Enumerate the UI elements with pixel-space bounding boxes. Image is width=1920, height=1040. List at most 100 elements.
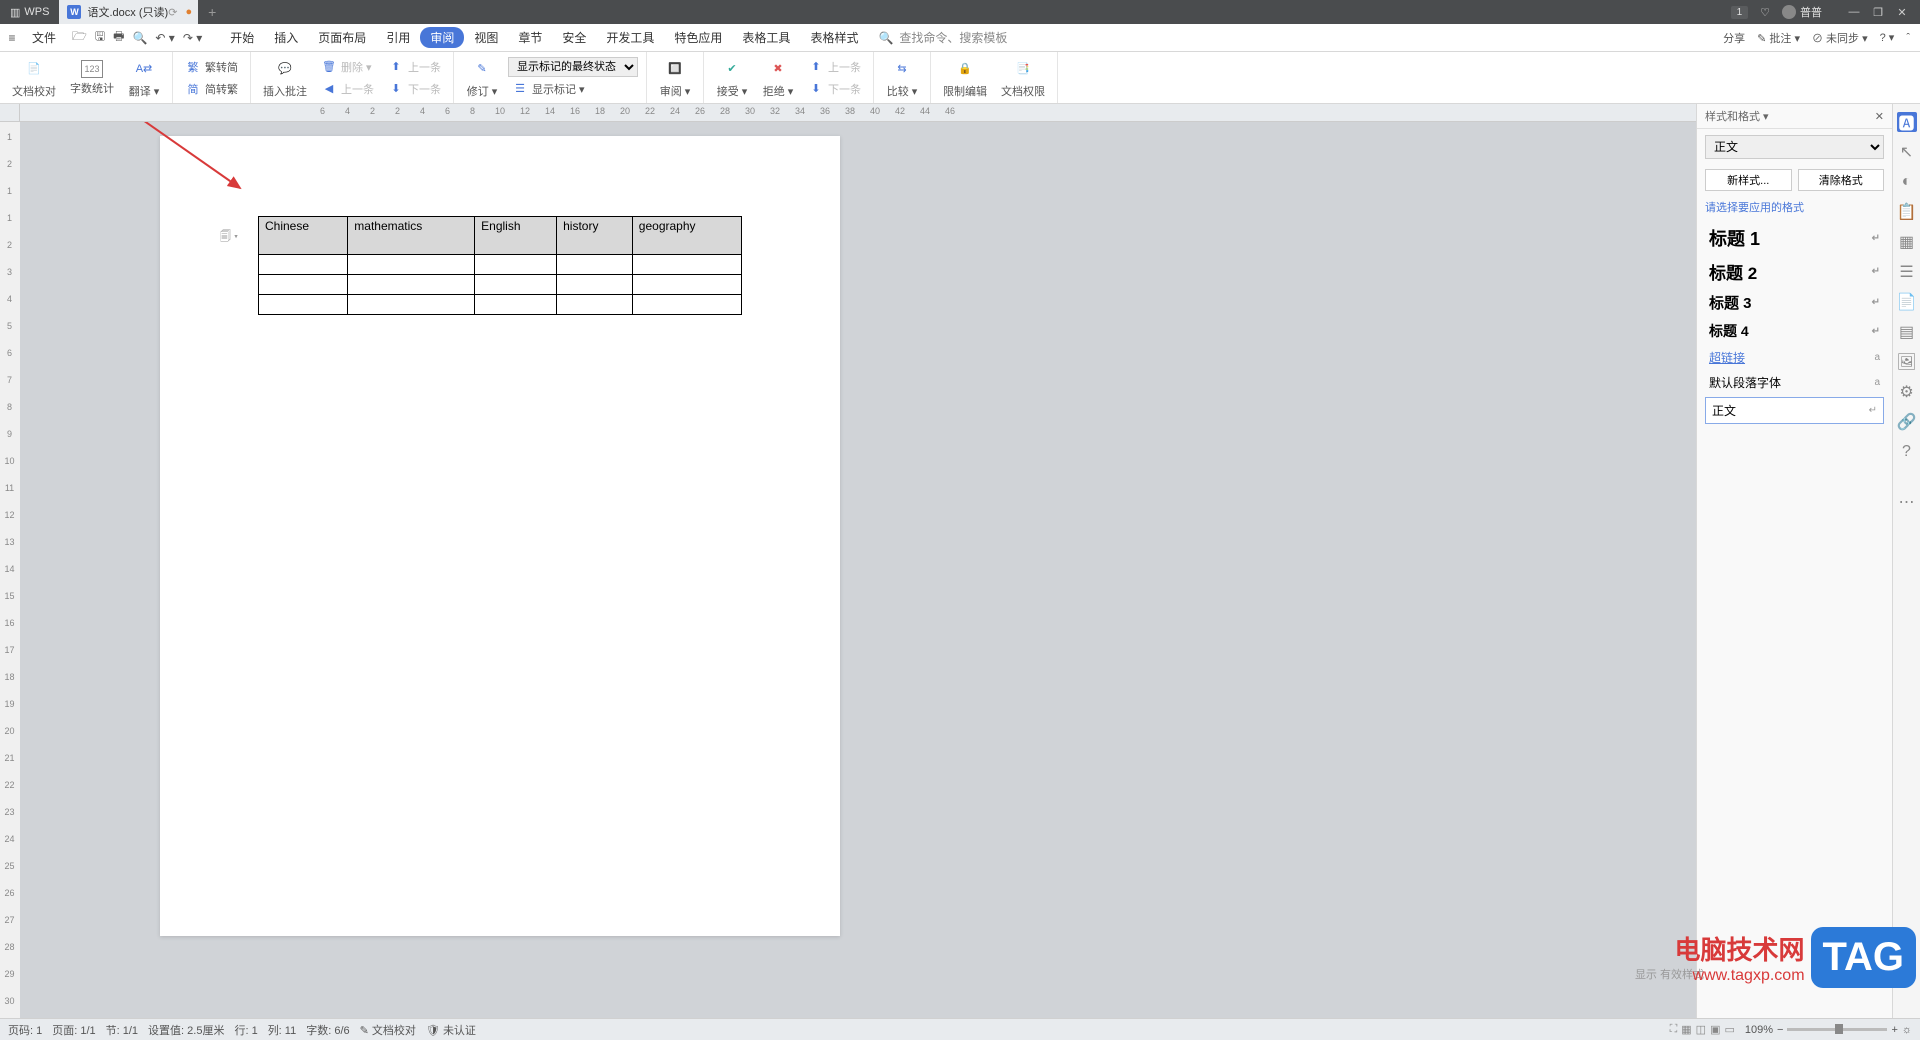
menu-tab-8[interactable]: 开发工具 [596,25,664,50]
styles-panel-close-icon[interactable]: ✕ [1875,110,1884,123]
side-grid-icon[interactable]: ▦ [1897,232,1917,252]
style-item[interactable]: 标题 1↵ [1705,223,1884,253]
document-table[interactable]: ChinesemathematicsEnglishhistorygeograph… [258,216,742,315]
style-item[interactable]: 标题 2↵ [1705,257,1884,286]
new-tab-button[interactable]: + [198,4,226,20]
review-pane-button[interactable]: 🔲审阅 ▾ [655,55,695,101]
revise-button[interactable]: ✎修订 ▾ [462,55,502,101]
qa-print-icon[interactable]: 🖶 [113,27,124,48]
outline-icon[interactable]: 🗐 ▾ [220,228,238,247]
file-menu[interactable]: 文件 [24,29,64,46]
page[interactable]: 🗐 ▾ ChinesemathematicsEnglishhistorygeog… [160,136,840,936]
sync-button[interactable]: ⊘ 未同步 ▾ [1812,30,1868,46]
style-item[interactable]: 超链接a [1705,347,1884,368]
new-style-button[interactable]: 新样式... [1705,169,1792,191]
status-page-no[interactable]: 页码: 1 [8,1022,42,1038]
markup-state-select[interactable]: 显示标记的最终状态 [508,57,638,77]
side-clipboard-icon[interactable]: 📋 [1897,202,1917,222]
qa-open-icon[interactable]: 🗁 [72,27,87,48]
zoom-in-icon[interactable]: + [1891,1024,1897,1036]
menu-tab-3[interactable]: 引用 [376,25,420,50]
document-tab[interactable]: W 语文.docx (只读) ⟳ ● [59,0,198,24]
zoom-out-icon[interactable]: − [1777,1024,1783,1036]
qa-redo-icon[interactable]: ↷ ▾ [183,31,202,45]
menu-tab-6[interactable]: 章节 [508,25,552,50]
side-more-icon[interactable]: ▤ [1897,322,1917,342]
doc-permission-button[interactable]: 📑文档权限 [997,55,1049,101]
zoom-value[interactable]: 109% [1745,1024,1773,1036]
menu-tab-1[interactable]: 插入 [264,25,308,50]
side-styles-icon[interactable]: 🅰 [1897,112,1917,132]
view-fit-icon[interactable]: ⛶ [1670,1023,1678,1036]
qa-preview-icon[interactable]: 🔍 [132,31,147,45]
window-close[interactable]: ✕ [1892,5,1912,19]
tab-refresh-icon[interactable]: ⟳ [168,6,177,19]
view-read-icon[interactable]: ▭ [1724,1023,1734,1036]
view-outline-icon[interactable]: ▣ [1710,1023,1720,1036]
table-header-cell[interactable]: English [475,217,557,255]
menu-tab-7[interactable]: 安全 [552,25,596,50]
qa-undo-icon[interactable]: ↶ ▾ [155,31,174,45]
wordcount-button[interactable]: 123字数统计 [66,58,118,98]
table-header-cell[interactable]: geography [632,217,741,255]
notification-badge[interactable]: 1 [1731,6,1749,19]
document-canvas[interactable]: 🗐 ▾ ChinesemathematicsEnglishhistorygeog… [20,122,1696,1018]
note-button[interactable]: ✎ 批注 ▾ [1757,30,1800,46]
table-header-cell[interactable]: history [557,217,633,255]
side-doc-icon[interactable]: 📄 [1897,292,1917,312]
command-search[interactable]: 🔍 查找命令、搜索模板 [868,29,1017,46]
side-image-icon[interactable]: 🖼 [1897,352,1917,372]
style-item[interactable]: 标题 3↵ [1705,290,1884,315]
zoom-fit-icon[interactable]: ☼ [1902,1024,1912,1036]
app-logo[interactable]: ▥ WPS [0,6,59,19]
status-words[interactable]: 字数: 6/6 [306,1022,349,1038]
simp-to-trad-button[interactable]: 简简转繁 [181,79,242,99]
zoom-slider[interactable] [1787,1028,1887,1031]
side-shapes-icon[interactable]: ◐ [1897,172,1917,192]
menu-tab-0[interactable]: 开始 [220,25,264,50]
menu-tab-4[interactable]: 审阅 [420,27,464,48]
user-avatar[interactable]: 普普 [1782,4,1822,20]
side-overflow-icon[interactable]: ⋯ [1897,492,1917,512]
qa-save-icon[interactable]: 🖫 [95,27,105,48]
table-row[interactable] [259,295,742,315]
insert-comment-button[interactable]: 💬插入批注 [259,55,311,101]
help-icon[interactable]: ? ▾ [1880,31,1895,44]
side-outline-icon[interactable]: ☰ [1897,262,1917,282]
share-button[interactable]: 分享 [1723,30,1745,46]
window-minimize[interactable]: — [1844,5,1864,19]
horizontal-ruler[interactable]: 6422468101214161820222426283032343638404… [20,104,1696,122]
styles-panel-title[interactable]: 样式和格式 ▾ [1705,108,1769,124]
reject-button[interactable]: ✖拒绝 ▾ [758,55,798,101]
menu-tab-9[interactable]: 特色应用 [664,25,732,50]
menu-tab-11[interactable]: 表格样式 [800,25,868,50]
status-page[interactable]: 页面: 1/1 [52,1022,95,1038]
style-item[interactable]: 标题 4↵ [1705,319,1884,343]
table-header-cell[interactable]: Chinese [259,217,348,255]
trad-to-simp-button[interactable]: 繁繁转简 [181,57,242,77]
status-proof[interactable]: ✎ 文档校对 [360,1022,416,1038]
menu-tab-5[interactable]: 视图 [464,25,508,50]
tab-close-icon[interactable]: ● [186,6,193,19]
view-web-icon[interactable]: ◫ [1696,1023,1706,1036]
view-print-icon[interactable]: ▦ [1681,1023,1691,1036]
table-row[interactable] [259,275,742,295]
table-header-cell[interactable]: mathematics [348,217,475,255]
accept-button[interactable]: ✔接受 ▾ [712,55,752,101]
restrict-edit-button[interactable]: 🔒限制编辑 [939,55,991,101]
cloud-icon[interactable]: ♡ [1760,6,1770,19]
status-verify[interactable]: 🛡 未认证 [426,1022,476,1038]
table-row[interactable] [259,255,742,275]
style-item[interactable]: 默认段落字体a [1705,372,1884,393]
show-marks-button[interactable]: ☰显示标记 ▾ [508,79,638,99]
window-restore[interactable]: ❐ [1868,5,1888,19]
menu-tab-10[interactable]: 表格工具 [732,25,800,50]
side-link-icon[interactable]: 🔗 [1897,412,1917,432]
collapse-ribbon-icon[interactable]: ˆ [1906,32,1910,44]
side-help-icon[interactable]: ? [1897,442,1917,462]
status-section[interactable]: 节: 1/1 [106,1022,138,1038]
table-header-row[interactable]: ChinesemathematicsEnglishhistorygeograph… [259,217,742,255]
compare-button[interactable]: ⇆比较 ▾ [882,55,922,101]
translate-button[interactable]: A⇄翻译 ▾ [124,55,164,101]
style-item[interactable]: 正文↵ [1705,397,1884,424]
